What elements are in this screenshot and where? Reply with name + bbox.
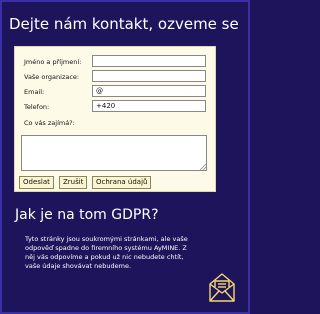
phone-label: Telefon: bbox=[24, 103, 50, 111]
privacy-button[interactable]: Ochrana údajů bbox=[92, 176, 152, 189]
name-label: Jméno a příjmení: bbox=[24, 58, 82, 66]
interest-textarea[interactable] bbox=[21, 135, 207, 171]
contact-form: Jméno a příjmení: Vaše organizace: Email… bbox=[14, 46, 216, 192]
organization-input[interactable] bbox=[92, 70, 206, 82]
submit-button[interactable]: Odeslat bbox=[19, 176, 54, 189]
organization-label: Vaše organizace: bbox=[24, 73, 80, 81]
page-title: Dejte nám kontakt, ozveme se bbox=[9, 15, 239, 33]
interest-label: Co vás zajímá?: bbox=[24, 119, 75, 127]
email-input[interactable] bbox=[92, 85, 206, 97]
name-input[interactable] bbox=[92, 55, 206, 67]
phone-input[interactable] bbox=[92, 100, 206, 112]
gdpr-text: Tyto stránky jsou soukromými stránkami, … bbox=[25, 235, 188, 270]
cancel-button[interactable]: Zrušit bbox=[59, 176, 88, 189]
email-label: Email: bbox=[24, 88, 45, 96]
mail-envelope-icon bbox=[209, 273, 235, 302]
gdpr-heading: Jak je na tom GDPR? bbox=[15, 207, 159, 223]
